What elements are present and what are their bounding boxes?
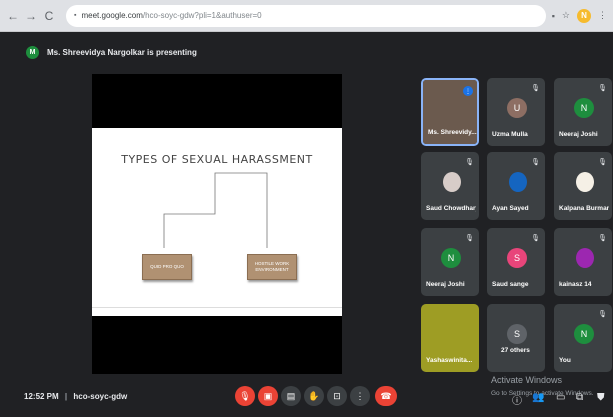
more-icon: ⋮ [355, 390, 365, 401]
participant-name: You [559, 357, 571, 364]
participant-name: Ms. Shreevidy... [428, 129, 477, 136]
participant-name: Saud sange [492, 281, 529, 288]
muted-mic-icon: 🎙 [598, 311, 607, 318]
participant-name: Uzma Mulla [492, 131, 528, 138]
presenting-text: Ms. Shreevidya Nargolkar is presenting [47, 47, 197, 57]
muted-mic-icon: 🎙 [465, 235, 474, 242]
participant-tile[interactable]: 🎙 Ayan Sayed [487, 152, 545, 220]
url-host: meet.google.com [81, 11, 143, 20]
participant-avatar: U [507, 98, 527, 118]
muted-mic-icon: 🎙 [598, 235, 607, 242]
participant-photo [576, 172, 594, 192]
participant-name: Neeraj Joshi [559, 131, 598, 138]
participant-name: kainasz 14 [559, 281, 592, 288]
participant-photo [509, 172, 527, 192]
participant-avatar: S [507, 248, 527, 268]
slide: TYPES OF SEXUAL HARASSMENT QUID PRO QUO … [92, 128, 342, 316]
browser-toolbar: ← → C ▪ meet.google.com/hco-soyc-gdw?pli… [0, 0, 613, 32]
participant-tile[interactable]: Yashaswinita... [421, 304, 479, 372]
present-button[interactable]: ⊡ [327, 386, 347, 406]
participant-name: Neeraj Joshi [426, 281, 465, 288]
browser-menu-icon[interactable]: ⋮ [598, 10, 607, 21]
participant-tile[interactable]: ⋮ Ms. Shreevidy... [421, 78, 479, 146]
forward-icon[interactable]: → [24, 9, 38, 23]
slide-title: TYPES OF SEXUAL HARASSMENT [121, 153, 313, 166]
present-icon: ⊡ [333, 390, 341, 401]
profile-avatar[interactable]: N [577, 8, 591, 23]
participant-avatar: N [441, 248, 461, 268]
url-path: /hco-soyc-gdw?pli=1&authuser=0 [142, 11, 262, 20]
slide-box-hostile-work: HOSTILE WORK ENVIRONMENT [247, 254, 297, 280]
separator: | [64, 392, 68, 401]
participant-name: Saud Chowdhary [426, 205, 476, 212]
hand-icon: ✋ [308, 390, 320, 401]
back-icon[interactable]: ← [6, 9, 20, 23]
captions-button[interactable]: ▤ [281, 386, 301, 406]
participant-name: Kalpana Burman [559, 205, 609, 212]
muted-mic-icon: 🎙 [598, 159, 607, 166]
participant-name: Yashaswinita... [426, 357, 473, 364]
lock-icon: ▪ [74, 12, 77, 19]
participant-avatar: S [507, 324, 527, 344]
participant-photo [443, 172, 461, 192]
participant-tile[interactable]: N 🎙 You [554, 304, 612, 372]
slide-divider [92, 307, 342, 308]
presentation-stage: TYPES OF SEXUAL HARASSMENT QUID PRO QUO … [92, 74, 342, 374]
participant-tile[interactable]: 🎙 kainasz 14 [554, 228, 612, 296]
mic-off-icon: 🎙 [239, 390, 251, 401]
muted-mic-icon: 🎙 [531, 159, 540, 166]
muted-mic-icon: 🎙 [598, 85, 607, 92]
participant-tile[interactable]: S 27 others [487, 304, 545, 372]
camera-off-icon: ▣ [263, 390, 273, 401]
meeting-details: 12:52 PM | hco-soyc-gdw [24, 392, 127, 401]
host-controls-icon[interactable]: ⛊ [597, 392, 605, 403]
bookmark-star-icon[interactable]: ☆ [562, 10, 570, 21]
reload-icon[interactable]: C [42, 9, 56, 23]
participant-tile[interactable]: 🎙 Kalpana Burman [554, 152, 612, 220]
meeting-code: hco-soyc-gdw [73, 392, 128, 401]
presenting-banner: M Ms. Shreevidya Nargolkar is presenting [0, 40, 613, 64]
activities-icon[interactable]: ⧉ [576, 392, 583, 403]
chat-icon[interactable]: ▭ [556, 392, 565, 403]
presenter-badge: M [26, 45, 39, 59]
participant-tile[interactable]: U 🎙 Uzma Mulla [487, 78, 545, 146]
leave-call-button[interactable]: ☎ [375, 386, 397, 406]
participant-tile[interactable]: 🎙 Saud Chowdhary [421, 152, 479, 220]
mic-off-button[interactable]: 🎙 [235, 386, 255, 406]
current-time: 12:52 PM [24, 392, 59, 401]
speaking-indicator-icon: ⋮ [463, 86, 473, 96]
participant-name: Ayan Sayed [492, 205, 529, 212]
cast-icon[interactable]: ▪ [552, 11, 555, 21]
muted-mic-icon: 🎙 [465, 159, 474, 166]
participant-avatar: N [574, 98, 594, 118]
participant-tile[interactable]: N 🎙 Neeraj Joshi [421, 228, 479, 296]
participant-tile[interactable]: N 🎙 Neeraj Joshi [554, 78, 612, 146]
muted-mic-icon: 🎙 [531, 235, 540, 242]
participant-avatar: N [574, 324, 594, 344]
participant-photo [576, 248, 594, 268]
participant-tile[interactable]: S 🎙 Saud sange [487, 228, 545, 296]
participant-name: 27 others [501, 347, 530, 354]
meeting-info-icon[interactable]: ⓘ [512, 392, 522, 407]
activate-windows-title: Activate Windows [491, 375, 563, 385]
end-call-icon: ☎ [380, 390, 392, 401]
slide-box-quid-pro-quo: QUID PRO QUO [142, 254, 192, 280]
address-bar[interactable]: ▪ meet.google.com/hco-soyc-gdw?pli=1&aut… [66, 4, 546, 27]
captions-icon: ▤ [286, 390, 296, 401]
people-icon[interactable]: 👥 [532, 392, 544, 403]
camera-off-button[interactable]: ▣ [258, 386, 278, 406]
raise-hand-button[interactable]: ✋ [304, 386, 324, 406]
muted-mic-icon: 🎙 [531, 85, 540, 92]
more-options-button[interactable]: ⋮ [350, 386, 370, 406]
